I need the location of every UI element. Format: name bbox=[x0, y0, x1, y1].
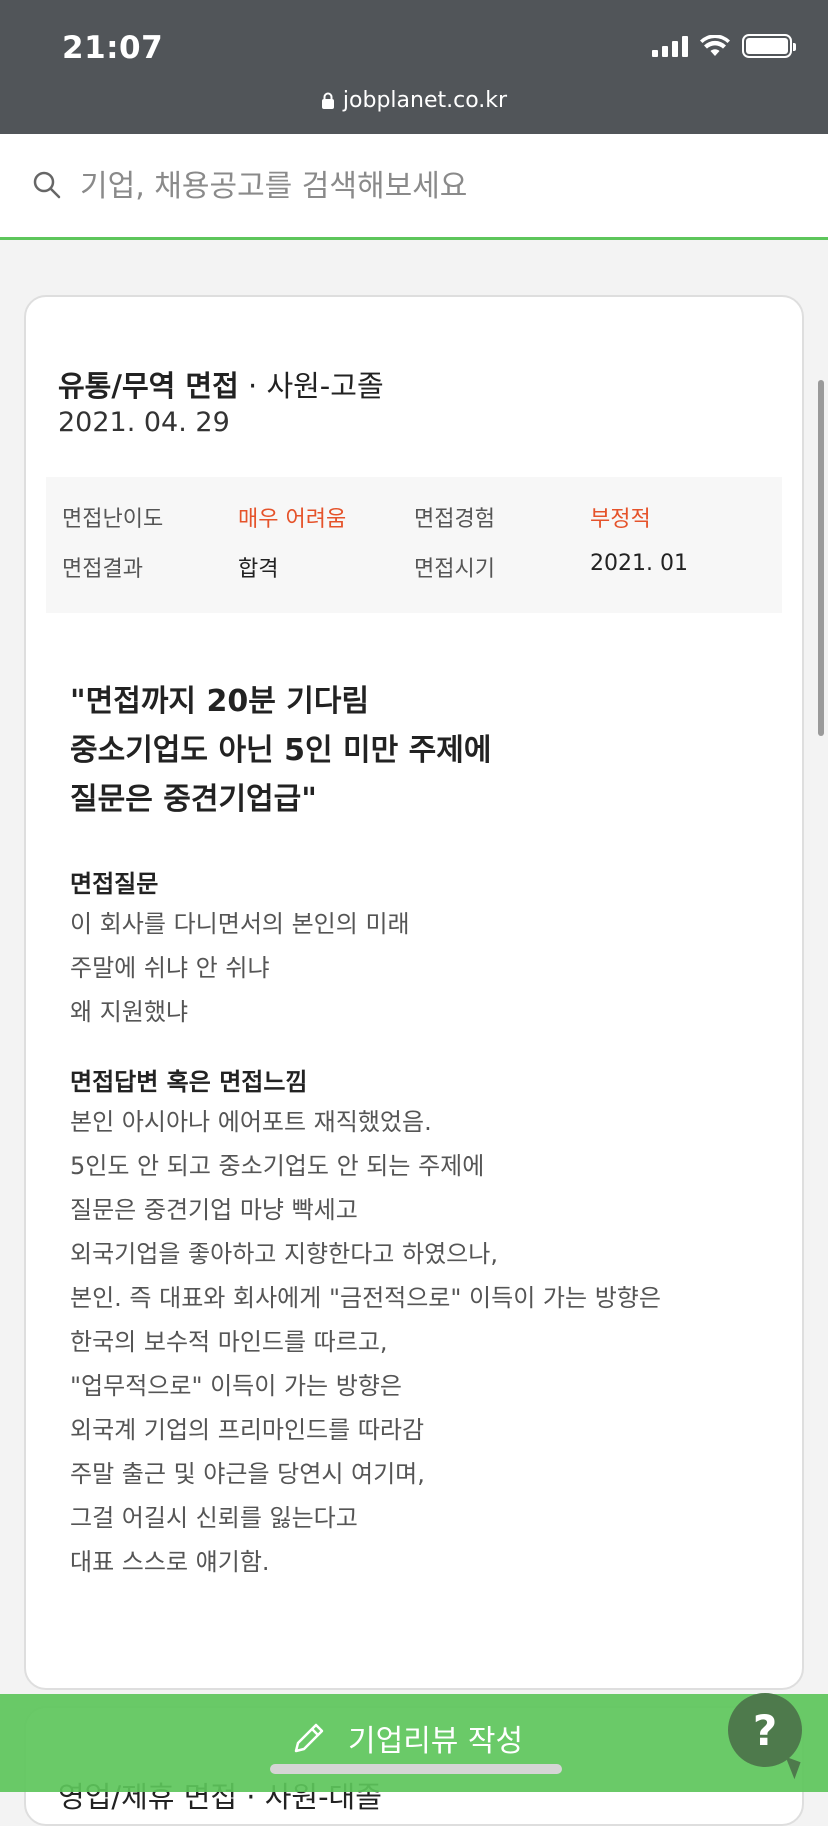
review-position: 사원-고졸 bbox=[266, 369, 384, 403]
period-value: 2021. 01 bbox=[590, 551, 688, 576]
answer-line: 외국계 기업의 프리마인드를 따라감 bbox=[70, 1416, 425, 1444]
answer-title: 면접답변 혹은 면접느낌 bbox=[70, 1068, 308, 1096]
experience-value: 부정적 bbox=[590, 507, 651, 532]
answer-line: 외국기업을 좋아하고 지향한다고 하였으나, bbox=[70, 1240, 498, 1268]
write-review-button[interactable]: 기업리뷰 작성 bbox=[292, 1716, 523, 1760]
status-bar: 21:07 jobplanet.co.kr bbox=[0, 0, 828, 134]
difficulty-label: 면접난이도 bbox=[62, 507, 164, 532]
battery-icon bbox=[742, 34, 796, 58]
review-category: 유통/무역 면접 bbox=[58, 369, 239, 403]
write-review-label: 기업리뷰 작성 bbox=[348, 1724, 524, 1759]
search-input[interactable] bbox=[80, 156, 780, 216]
search-bar bbox=[0, 134, 828, 240]
cellular-signal-icon bbox=[652, 35, 688, 57]
lock-icon bbox=[321, 92, 334, 109]
answer-line: 본인 아시아나 에어포트 재직했었음. bbox=[70, 1108, 432, 1136]
questions-list: 이 회사를 다니면서의 본인의 미래 주말에 쉬냐 안 쉬냐 왜 지원했냐 bbox=[70, 902, 770, 1034]
review-content: "면접까지 20분 기다림 중소기업도 아닌 5인 미만 주제에 질문은 중견기… bbox=[70, 677, 770, 1584]
answer-line: 본인. 즉 대표와 회사에게 "금전적으로" 이득이 가는 방향은 bbox=[70, 1284, 661, 1312]
title-separator: · bbox=[238, 369, 267, 403]
result-label: 면접결과 bbox=[62, 557, 143, 582]
answer-line: 주말 출근 및 야근을 당연시 여기며, bbox=[70, 1460, 425, 1488]
url-text: jobplanet.co.kr bbox=[342, 88, 508, 113]
headline-line: 중소기업도 아닌 5인 미만 주제에 bbox=[70, 733, 492, 768]
help-button[interactable]: ? bbox=[728, 1693, 802, 1767]
questions-title: 면접질문 bbox=[70, 870, 159, 898]
address-bar[interactable]: jobplanet.co.kr bbox=[0, 88, 828, 113]
experience-label: 면접경험 bbox=[414, 507, 495, 532]
review-headline: "면접까지 20분 기다림 중소기업도 아닌 5인 미만 주제에 질문은 중견기… bbox=[70, 677, 770, 824]
interview-info-box: 면접난이도 매우 어려움 면접경험 부정적 면접결과 합격 면접시기 2021.… bbox=[46, 477, 782, 613]
answer-line: "업무적으로" 이득이 가는 방향은 bbox=[70, 1372, 403, 1400]
interview-review-card: 유통/무역 면접 · 사원-고졸 2021. 04. 29 면접난이도 매우 어… bbox=[24, 295, 804, 1690]
answer-line: 질문은 중견기업 마냥 빡세고 bbox=[70, 1196, 358, 1224]
home-indicator[interactable] bbox=[270, 1764, 562, 1774]
answer-line: 그걸 어길시 신뢰를 잃는다고 bbox=[70, 1504, 358, 1532]
answer-line: 한국의 보수적 마인드를 따르고, bbox=[70, 1328, 388, 1356]
review-date: 2021. 04. 29 bbox=[58, 407, 230, 438]
scrollbar[interactable] bbox=[818, 380, 824, 736]
pencil-icon bbox=[294, 1723, 324, 1753]
headline-line: 질문은 중견기업급" bbox=[70, 782, 317, 817]
bottom-action-bar: 기업리뷰 작성 bbox=[0, 1694, 828, 1792]
result-value: 합격 bbox=[238, 557, 279, 582]
search-icon bbox=[33, 171, 61, 199]
help-question-icon: ? bbox=[752, 1705, 778, 1755]
clock: 21:07 bbox=[62, 30, 164, 66]
answers-list: 본인 아시아나 에어포트 재직했었음. 5인도 안 되고 중소기업도 안 되는 … bbox=[70, 1100, 770, 1584]
wifi-icon bbox=[700, 35, 730, 56]
headline-line: "면접까지 20분 기다림 bbox=[70, 684, 370, 719]
review-title: 유통/무역 면접 · 사원-고졸 bbox=[58, 363, 384, 405]
period-label: 면접시기 bbox=[414, 557, 495, 582]
question-line: 이 회사를 다니면서의 본인의 미래 bbox=[70, 910, 410, 938]
status-icons bbox=[652, 34, 796, 58]
question-line: 주말에 쉬냐 안 쉬냐 bbox=[70, 954, 270, 982]
answer-line: 대표 스스로 얘기함. bbox=[70, 1548, 270, 1576]
question-line: 왜 지원했냐 bbox=[70, 998, 189, 1026]
difficulty-value: 매우 어려움 bbox=[238, 507, 347, 532]
answer-line: 5인도 안 되고 중소기업도 안 되는 주제에 bbox=[70, 1152, 485, 1180]
